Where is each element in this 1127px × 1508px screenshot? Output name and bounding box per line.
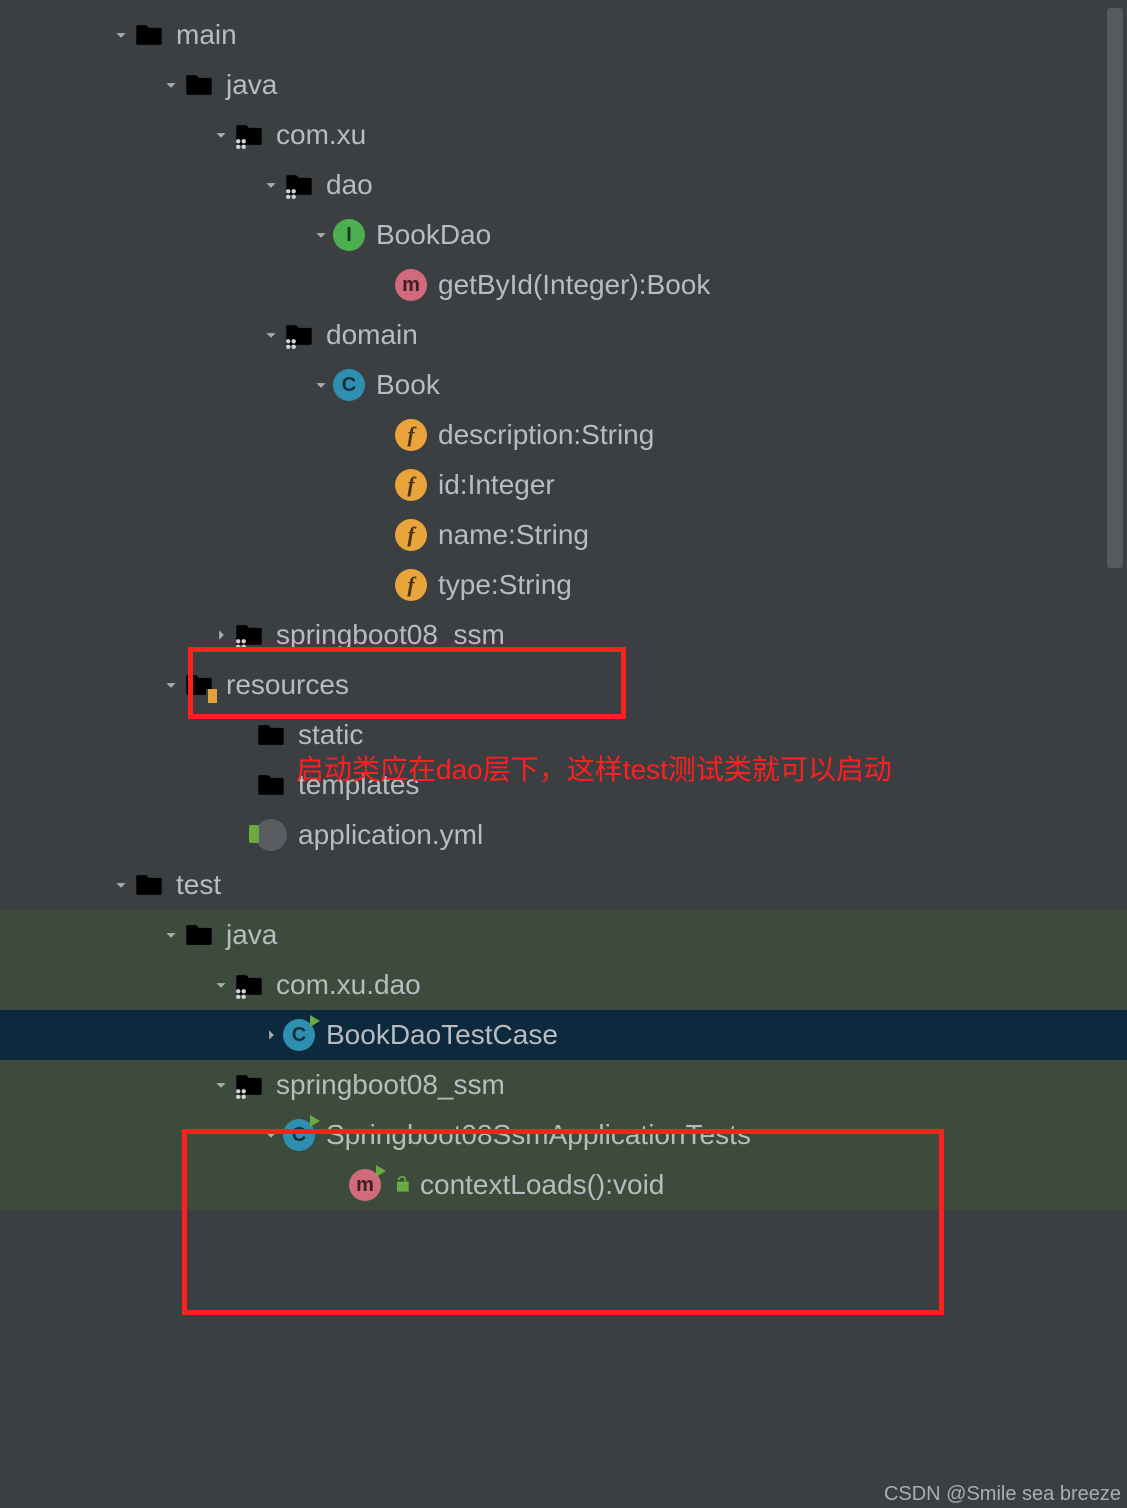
tree-label: main <box>176 19 237 51</box>
tree-label: description:String <box>438 419 654 451</box>
tree-node-java[interactable]: java <box>0 60 1127 110</box>
tree-label: static <box>298 719 363 751</box>
tree-node-application-yml[interactable]: application.yml <box>0 810 1127 860</box>
tree-label: id:Integer <box>438 469 555 501</box>
tree-node-field[interactable]: f name:String <box>0 510 1127 560</box>
tree-label: name:String <box>438 519 589 551</box>
chevron-down-icon[interactable] <box>260 174 282 196</box>
tree-label: java <box>226 919 277 951</box>
field-icon: f <box>394 518 428 552</box>
tree-label: com.xu.dao <box>276 969 421 1001</box>
tree-label: Book <box>376 369 440 401</box>
tree-label: domain <box>326 319 418 351</box>
watermark: CSDN @Smile sea breeze <box>884 1483 1121 1506</box>
package-icon <box>282 168 316 202</box>
tree-node-bookdaotestcase[interactable]: C BookDaoTestCase <box>0 1010 1127 1060</box>
field-icon: f <box>394 568 428 602</box>
chevron-down-icon[interactable] <box>160 924 182 946</box>
test-source-folder-icon <box>182 918 216 952</box>
field-icon: f <box>394 418 428 452</box>
folder-icon <box>132 868 166 902</box>
tree-node-sb08-apptests[interactable]: C Springboot08SsmApplicationTests <box>0 1110 1127 1160</box>
chevron-down-icon[interactable] <box>210 124 232 146</box>
chevron-down-icon[interactable] <box>260 324 282 346</box>
folder-icon <box>254 768 288 802</box>
tree-node-contextloads[interactable]: m contextLoads():void <box>0 1160 1127 1210</box>
tree-node-field[interactable]: f type:String <box>0 560 1127 610</box>
chevron-down-icon[interactable] <box>310 224 332 246</box>
tree-label: getById(Integer):Book <box>438 269 710 301</box>
scrollbar[interactable] <box>1107 8 1123 568</box>
package-icon <box>282 318 316 352</box>
package-icon <box>232 968 266 1002</box>
class-run-icon: C <box>282 1018 316 1052</box>
tree-label: resources <box>226 669 349 701</box>
tree-node-field[interactable]: f id:Integer <box>0 460 1127 510</box>
tree-label: java <box>226 69 277 101</box>
tree-label: springboot08_ssm <box>276 1069 505 1101</box>
chevron-down-icon[interactable] <box>210 1074 232 1096</box>
chevron-down-icon[interactable] <box>310 374 332 396</box>
tree-node-main[interactable]: main <box>0 10 1127 60</box>
tree-label: test <box>176 869 221 901</box>
tree-node-test-comxudao[interactable]: com.xu.dao <box>0 960 1127 1010</box>
chevron-down-icon[interactable] <box>210 974 232 996</box>
class-icon: C <box>332 368 366 402</box>
tree-label: dao <box>326 169 373 201</box>
chevron-down-icon[interactable] <box>260 1124 282 1146</box>
annotation-text: 启动类应在dao层下，这样test测试类就可以启动 <box>296 748 892 788</box>
source-folder-icon <box>182 68 216 102</box>
interface-icon: I <box>332 218 366 252</box>
tree-label: BookDaoTestCase <box>326 1019 558 1051</box>
folder-icon <box>254 718 288 752</box>
tree-node-test-java[interactable]: java <box>0 910 1127 960</box>
tree-label: application.yml <box>298 819 483 851</box>
tree-label: type:String <box>438 569 572 601</box>
tree-label: contextLoads():void <box>420 1169 664 1201</box>
tree-label: springboot08_ssm <box>276 619 505 651</box>
folder-icon <box>132 18 166 52</box>
tree-node-comxu[interactable]: com.xu <box>0 110 1127 160</box>
field-icon: f <box>394 468 428 502</box>
chevron-down-icon[interactable] <box>160 74 182 96</box>
method-run-icon: m <box>348 1168 382 1202</box>
chevron-right-icon[interactable] <box>210 624 232 646</box>
tree-label: com.xu <box>276 119 366 151</box>
tree-label: Springboot08SsmApplicationTests <box>326 1119 751 1151</box>
package-icon <box>232 1068 266 1102</box>
tree-node-dao[interactable]: dao <box>0 160 1127 210</box>
tree-node-domain[interactable]: domain <box>0 310 1127 360</box>
yaml-file-icon <box>254 818 288 852</box>
tree-node-test[interactable]: test <box>0 860 1127 910</box>
package-icon <box>232 618 266 652</box>
chevron-right-icon[interactable] <box>260 1024 282 1046</box>
resources-folder-icon <box>182 668 216 702</box>
class-run-icon: C <box>282 1118 316 1152</box>
chevron-down-icon[interactable] <box>110 874 132 896</box>
tree-node-bookdao[interactable]: I BookDao <box>0 210 1127 260</box>
tree-node-field[interactable]: f description:String <box>0 410 1127 460</box>
tree-node-resources[interactable]: resources <box>0 660 1127 710</box>
tree-node-book[interactable]: C Book <box>0 360 1127 410</box>
chevron-down-icon[interactable] <box>160 674 182 696</box>
method-icon: m <box>394 268 428 302</box>
tree-label: BookDao <box>376 219 491 251</box>
package-icon <box>232 118 266 152</box>
tree-node-springboot08-ssm[interactable]: springboot08_ssm <box>0 610 1127 660</box>
tree-node-test-springboot08-ssm[interactable]: springboot08_ssm <box>0 1060 1127 1110</box>
lock-open-icon <box>392 1175 412 1195</box>
tree-node-getbyid[interactable]: m getById(Integer):Book <box>0 260 1127 310</box>
chevron-down-icon[interactable] <box>110 24 132 46</box>
